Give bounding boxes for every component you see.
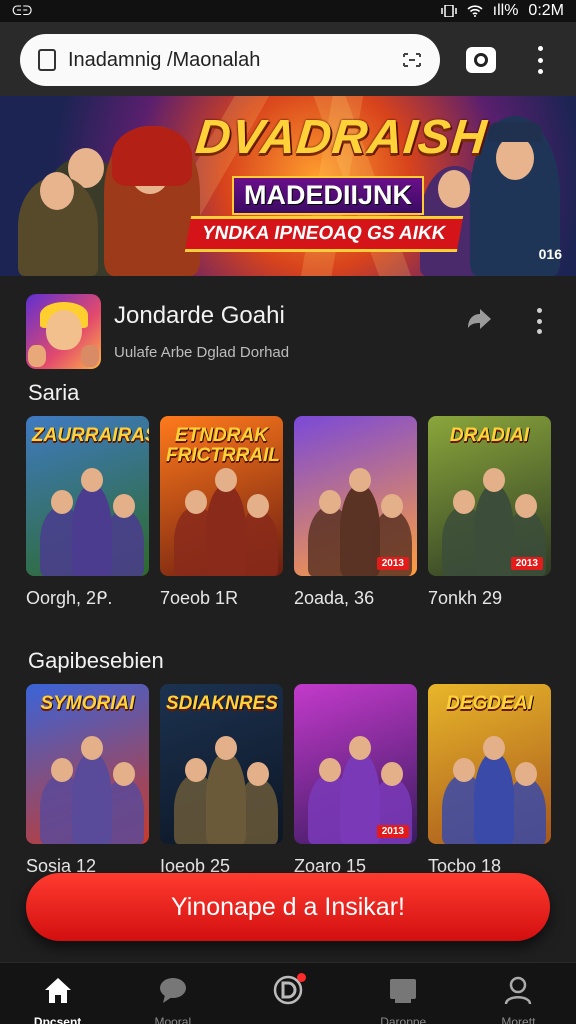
game-logo: DRADIAI bbox=[449, 425, 530, 446]
game-caption: 2oada, 36 bbox=[294, 588, 375, 608]
nav-item-notifications[interactable] bbox=[230, 963, 345, 1024]
game-card[interactable]: SYMORIAI Sosia 12 bbox=[26, 684, 149, 877]
banner-title: DVADRAISH bbox=[193, 111, 490, 164]
game-thumbnail[interactable]: SDIAKNRES bbox=[160, 684, 283, 844]
chat-icon bbox=[159, 978, 186, 1003]
game-card[interactable]: ZAURRAIRAS Oorgh, 2ᑭ. bbox=[26, 416, 149, 609]
game-row: SYMORIAI Sosia 12 SDIAKNRES Ioeob 25 2013 Zoa… bbox=[26, 684, 556, 877]
game-caption: Oorgh, 2ᑭ. bbox=[26, 588, 113, 608]
app-description: Uulafe Arbe Dglad Dorhad bbox=[114, 344, 290, 361]
game-badge: 2013 bbox=[510, 557, 543, 570]
status-right: ıll% 0:2M bbox=[440, 2, 564, 20]
status-bar: ᕮᕭ ıll% 0:2M bbox=[0, 0, 576, 22]
section-title: Saria bbox=[28, 380, 80, 405]
game-card[interactable]: SDIAKNRES Ioeob 25 bbox=[160, 684, 283, 877]
wifi-icon bbox=[467, 5, 483, 17]
game-thumbnail[interactable]: ETNDRAK FRICTRRAIL bbox=[160, 416, 283, 576]
browser-toolbar: Inadamnig /Maonalah bbox=[0, 22, 576, 96]
banner-subtitle: MADEDIIJNK bbox=[232, 176, 425, 215]
game-thumbnail[interactable]: DRADIAI 2013 bbox=[428, 416, 551, 576]
tabs-button[interactable] bbox=[466, 47, 496, 73]
address-bar[interactable]: Inadamnig /Maonalah bbox=[20, 34, 440, 86]
game-logo: SDIAKNRES bbox=[166, 693, 278, 714]
game-badge: 2013 bbox=[376, 825, 409, 838]
game-thumbnail[interactable]: ZAURRAIRAS bbox=[26, 416, 149, 576]
nav-item-library[interactable]: Daroppe bbox=[346, 963, 461, 1024]
nav-item-home[interactable]: Dpcsent bbox=[0, 963, 115, 1024]
nav-item-chat[interactable]: Mooral bbox=[115, 963, 230, 1024]
signal-battery-text: ıll% bbox=[492, 2, 519, 19]
hero-banner[interactable]: DVADRAISH MADEDIIJNK YNDKA IPNEOAQ GS AI… bbox=[0, 96, 576, 276]
bottom-nav: Dpcsent Mooral Daroppe Morett bbox=[0, 962, 576, 1024]
install-cta-button[interactable]: Yinonape d a Insikar! bbox=[26, 873, 550, 941]
game-caption: 7oeob 1R bbox=[160, 588, 239, 608]
game-caption: 7onkh 29 bbox=[428, 588, 503, 608]
nav-item-profile[interactable]: Morett bbox=[461, 963, 576, 1024]
app-more-button[interactable] bbox=[534, 308, 544, 334]
overflow-menu-button[interactable] bbox=[530, 46, 550, 74]
age-rating: 016 bbox=[538, 246, 562, 262]
app-icon[interactable] bbox=[26, 294, 101, 369]
game-card[interactable]: DRADIAI 2013 7onkh 29 bbox=[428, 416, 551, 609]
game-thumbnail[interactable]: 2013 bbox=[294, 684, 417, 844]
tabs-icon bbox=[474, 53, 488, 67]
game-logo: SYMORIAI bbox=[40, 693, 135, 714]
page-icon bbox=[38, 49, 56, 71]
banner-tagline: YNDKA IPNEOAQ GS AIKK bbox=[184, 216, 463, 252]
hero-redhead bbox=[104, 126, 200, 276]
section-title: Gapibesebien bbox=[28, 648, 164, 673]
hero-girl bbox=[18, 172, 98, 276]
profile-icon bbox=[505, 976, 532, 1005]
game-card[interactable]: 2013 Zoaro 15 bbox=[294, 684, 417, 877]
game-thumbnail[interactable]: DEGDEAI bbox=[428, 684, 551, 844]
status-left-icons: ᕮᕭ bbox=[12, 3, 34, 18]
game-logo: ZAURRAIRAS bbox=[32, 425, 149, 446]
open-in-app-icon[interactable] bbox=[402, 52, 422, 68]
game-logo: DEGDEAI bbox=[446, 693, 533, 714]
game-card[interactable]: 2013 2oada, 36 bbox=[294, 416, 417, 609]
game-card[interactable]: ETNDRAK FRICTRRAIL 7oeob 1R bbox=[160, 416, 283, 609]
address-text[interactable]: Inadamnig /Maonalah bbox=[68, 49, 402, 72]
vibrate-icon bbox=[440, 5, 457, 17]
home-icon bbox=[44, 978, 71, 1003]
game-badge: 2013 bbox=[376, 557, 409, 570]
library-icon bbox=[390, 979, 417, 1003]
featured-app[interactable]: Jondarde Goahi Uulafe Arbe Dglad Dorhad bbox=[26, 294, 556, 370]
clock: 0:2M bbox=[528, 2, 564, 19]
share-icon[interactable] bbox=[464, 308, 492, 334]
game-thumbnail[interactable]: SYMORIAI bbox=[26, 684, 149, 844]
app-name[interactable]: Jondarde Goahi bbox=[114, 302, 285, 330]
game-thumbnail[interactable]: 2013 bbox=[294, 416, 417, 576]
notification-dot bbox=[297, 973, 306, 982]
game-card[interactable]: DEGDEAI Tocbo 18 bbox=[428, 684, 551, 877]
game-logo: ETNDRAK FRICTRRAIL bbox=[166, 425, 280, 466]
game-row: ZAURRAIRAS Oorgh, 2ᑭ. ETNDRAK FRICTRRAIL 7o… bbox=[26, 416, 556, 609]
notification-center-icon bbox=[272, 973, 306, 1005]
